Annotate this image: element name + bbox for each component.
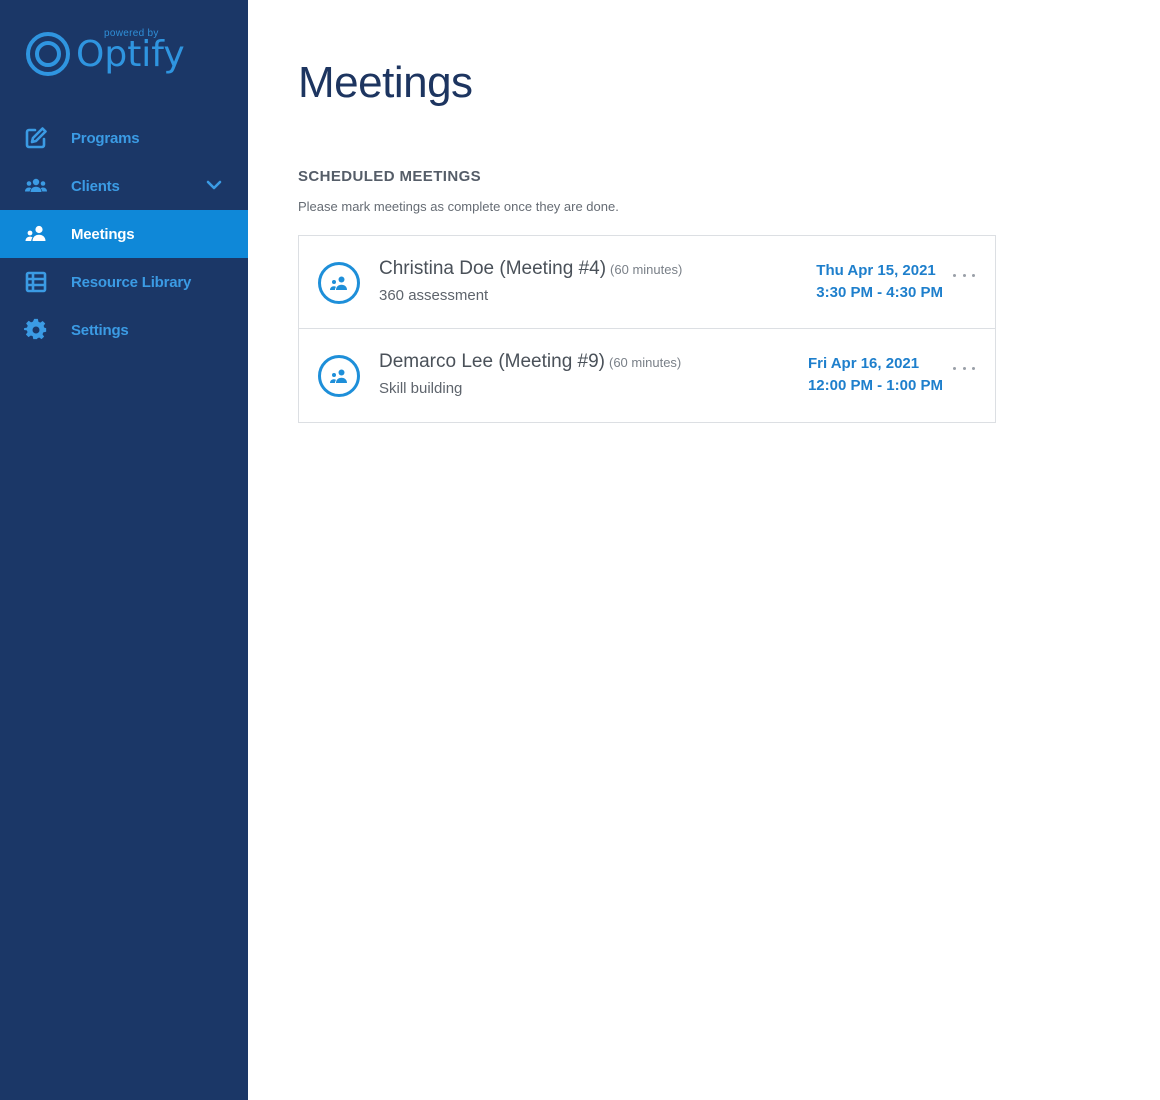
gear-icon <box>22 316 50 344</box>
more-options-icon[interactable] <box>953 270 975 280</box>
brand-name: Optify <box>76 34 185 75</box>
sidebar-item-label: Settings <box>71 321 129 339</box>
sidebar-item-meetings[interactable]: Meetings <box>0 210 248 258</box>
meeting-duration: (60 minutes) <box>610 262 683 277</box>
meeting-title: Demarco Lee (Meeting #9) (60 minutes) <box>379 351 681 373</box>
sidebar-item-programs[interactable]: Programs <box>0 114 248 162</box>
meeting-datetime: Thu Apr 15, 2021 3:30 PM - 4:30 PM <box>816 260 943 304</box>
more-options-icon[interactable] <box>953 363 975 373</box>
meeting-time: 3:30 PM - 4:30 PM <box>816 284 943 301</box>
meeting-topic: 360 assessment <box>379 287 489 304</box>
meetings-icon <box>330 369 347 383</box>
meeting-row[interactable]: Christina Doe (Meeting #4) (60 minutes) 3… <box>299 236 995 329</box>
section-title: SCHEDULED MEETINGS <box>298 168 482 185</box>
clients-icon <box>22 172 50 200</box>
sidebar-item-label: Meetings <box>71 225 135 243</box>
sidebar-item-clients[interactable]: Clients <box>0 162 248 210</box>
sidebar-nav: Programs Clients Meetings Resource Libra… <box>0 114 248 354</box>
sidebar-item-settings[interactable]: Settings <box>0 306 248 354</box>
meeting-client-name: Demarco Lee (Meeting #9) <box>379 351 605 372</box>
page-title: Meetings <box>298 58 473 107</box>
meeting-client-name: Christina Doe (Meeting #4) <box>379 258 607 279</box>
list-icon <box>22 268 50 296</box>
meeting-title: Christina Doe (Meeting #4) (60 minutes) <box>379 258 682 280</box>
meeting-list: Christina Doe (Meeting #4) (60 minutes) 3… <box>298 235 996 423</box>
meetings-icon <box>22 220 50 248</box>
meeting-date: Thu Apr 15, 2021 <box>816 262 936 279</box>
meeting-datetime: Fri Apr 16, 2021 12:00 PM - 1:00 PM <box>808 353 943 397</box>
sidebar-item-label: Programs <box>71 129 140 147</box>
meeting-topic: Skill building <box>379 380 463 397</box>
chevron-down-icon[interactable] <box>204 178 224 194</box>
sidebar-item-label: Clients <box>71 177 120 195</box>
meeting-date: Fri Apr 16, 2021 <box>807 355 920 372</box>
sidebar-item-label: Resource Library <box>71 273 192 291</box>
meeting-avatar <box>318 355 360 397</box>
meeting-avatar <box>318 262 360 304</box>
optify-logo-icon <box>26 32 70 76</box>
edit-icon <box>22 124 50 152</box>
meeting-time: 12:00 PM - 1:00 PM <box>807 377 943 394</box>
meeting-row[interactable]: Demarco Lee (Meeting #9) (60 minutes) Ski… <box>299 329 995 422</box>
sidebar: powered by Optify Programs Clients Meeti… <box>0 0 248 1100</box>
optify-logo[interactable]: powered by Optify <box>24 28 185 84</box>
meetings-icon <box>330 276 347 290</box>
meeting-duration: (60 minutes) <box>609 355 682 370</box>
sidebar-item-resource-library[interactable]: Resource Library <box>0 258 248 306</box>
section-subtitle: Please mark meetings as complete once th… <box>298 199 619 214</box>
main-content: Meetings SCHEDULED MEETINGS Please mark … <box>298 0 1160 1100</box>
